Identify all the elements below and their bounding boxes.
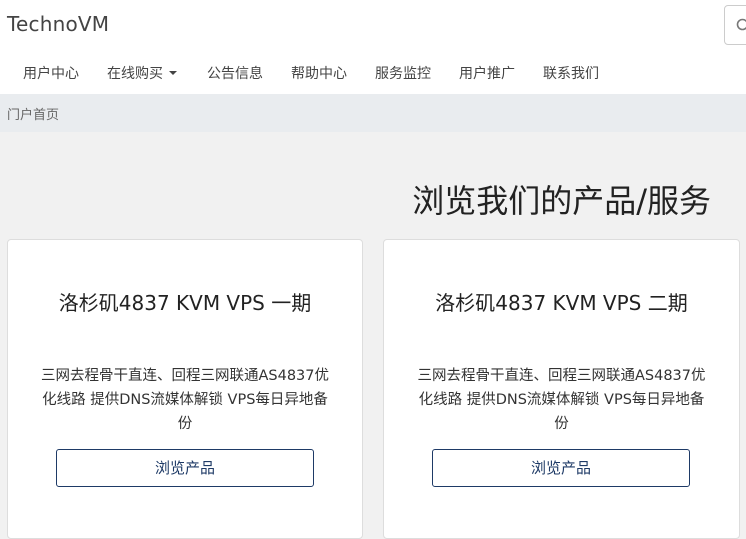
browse-product-button[interactable]: 浏览产品	[432, 449, 690, 487]
nav-item-affiliate[interactable]: 用户推广	[459, 63, 515, 83]
page-title: 浏览我们的产品/服务	[412, 182, 711, 220]
nav-item-user-center[interactable]: 用户中心	[23, 63, 79, 83]
breadcrumb-bar: 门户首页	[0, 94, 746, 132]
product-title: 洛杉矶4837 KVM VPS 二期	[435, 291, 688, 315]
product-description: 三网去程骨干直连、回程三网联通AS4837优化线路 提供DNS流媒体解锁 VPS…	[417, 368, 706, 432]
product-title: 洛杉矶4837 KVM VPS 一期	[58, 291, 312, 315]
product-card: 洛杉矶4837 KVM VPS 一期 三网去程骨干直连、回程三网联通AS4837…	[7, 239, 363, 539]
breadcrumb[interactable]: 门户首页	[7, 104, 59, 123]
nav-item-announcements[interactable]: 公告信息	[207, 63, 263, 83]
search-input[interactable]	[724, 5, 746, 45]
product-card: 洛杉矶4837 KVM VPS 二期 三网去程骨干直连、回程三网联通AS4837…	[383, 239, 740, 539]
brand-logo[interactable]: TechnoVM	[7, 12, 109, 36]
top-header: TechnoVM	[0, 0, 746, 50]
chevron-down-icon	[169, 71, 177, 75]
nav-item-buy-online[interactable]: 在线购买	[107, 63, 177, 83]
nav-item-contact-us[interactable]: 联系我们	[543, 63, 599, 83]
nav-item-help-center[interactable]: 帮助中心	[291, 63, 347, 83]
main-nav: 用户中心 在线购买 公告信息 帮助中心 服务监控 用户推广 联系我们	[0, 50, 746, 94]
search-icon	[736, 18, 746, 31]
nav-item-label: 在线购买	[107, 66, 163, 82]
browse-product-button[interactable]: 浏览产品	[56, 449, 314, 487]
nav-item-service-monitor[interactable]: 服务监控	[375, 63, 431, 83]
product-description: 三网去程骨干直连、回程三网联通AS4837优化线路 提供DNS流媒体解锁 VPS…	[40, 368, 330, 432]
